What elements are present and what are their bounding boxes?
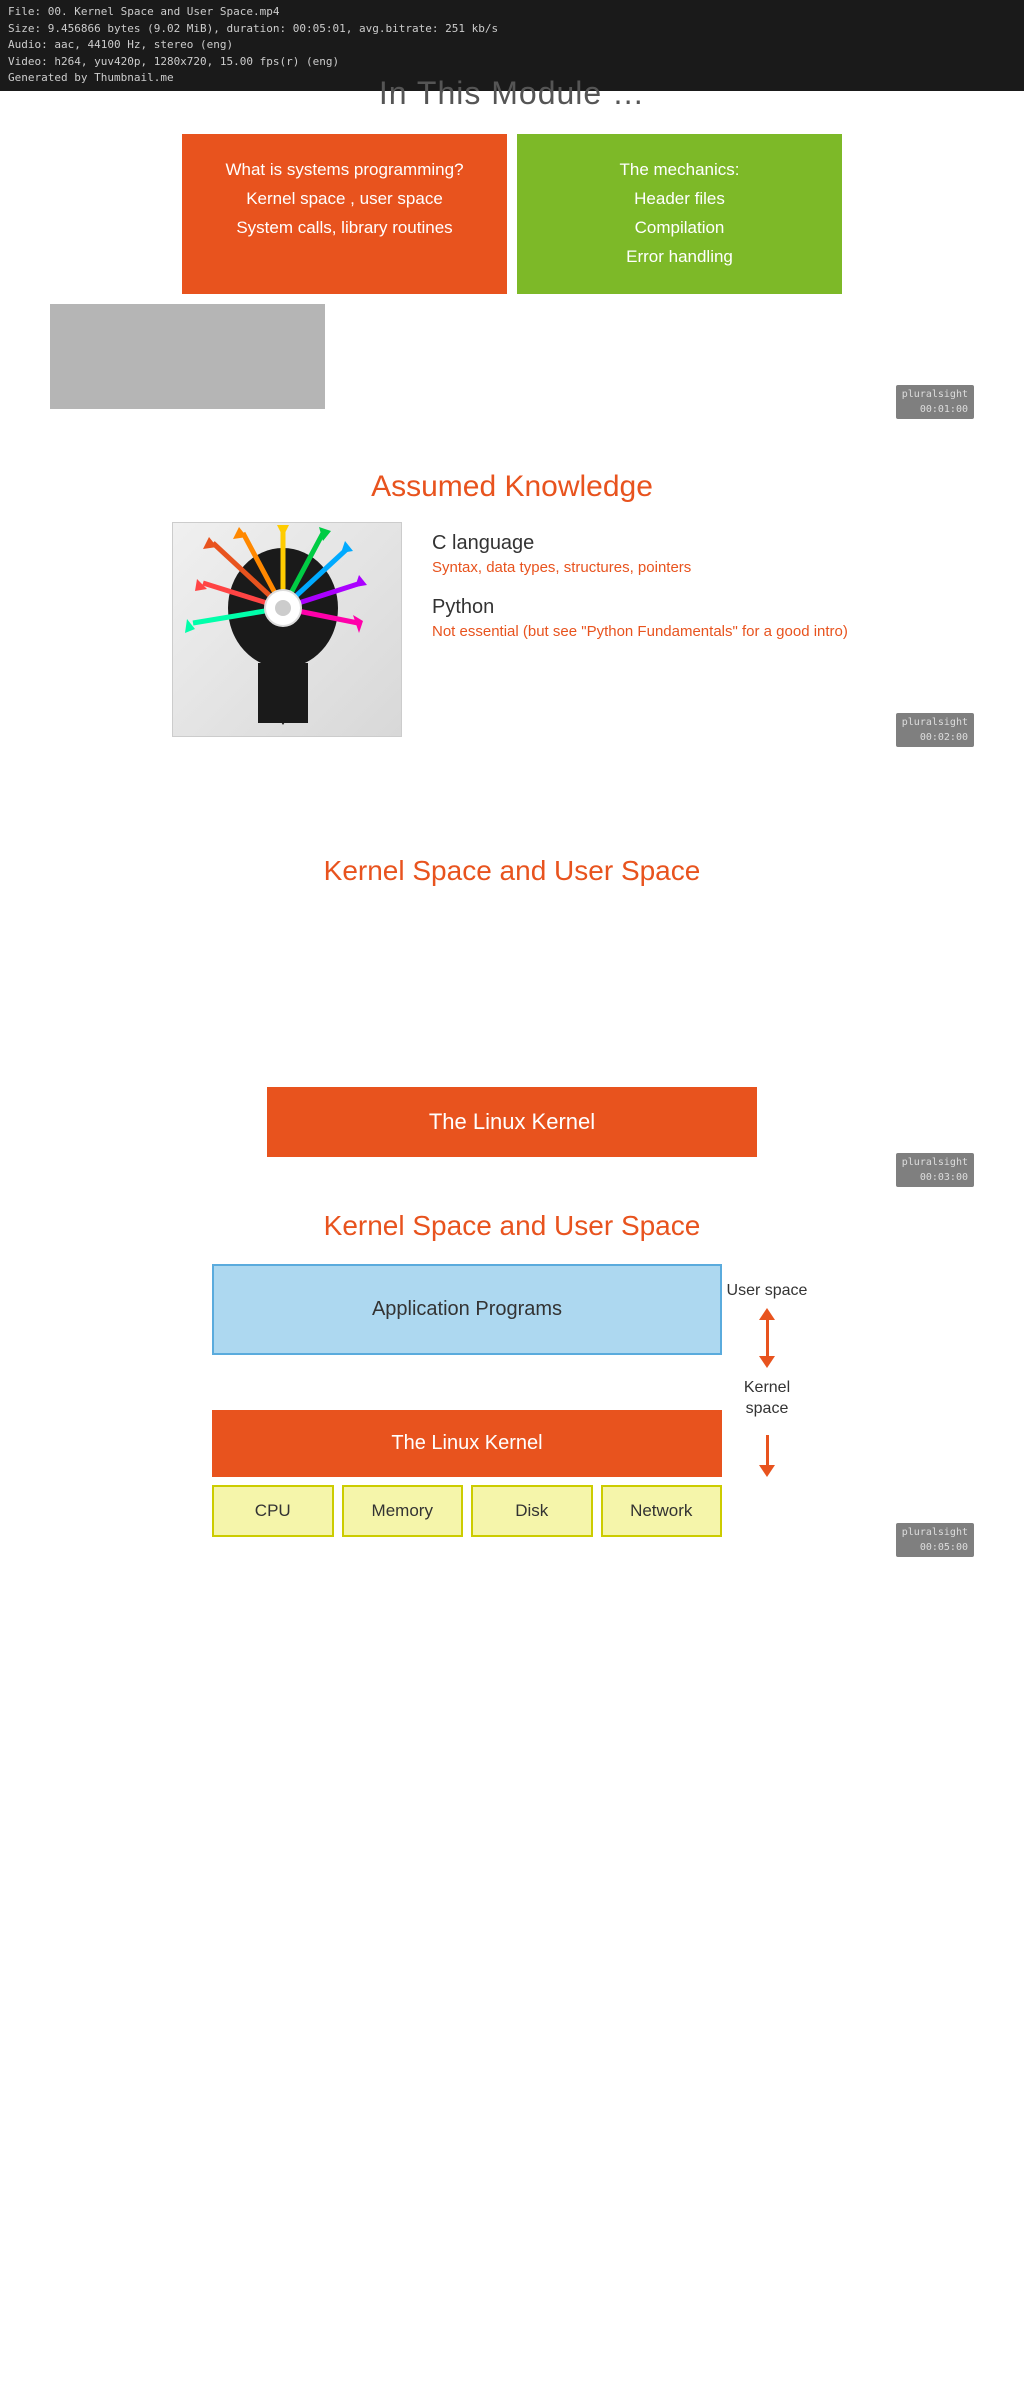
component-disk: Disk	[471, 1485, 593, 1537]
green-card-line3: Compilation	[535, 214, 824, 243]
gray-image-placeholder	[50, 304, 325, 409]
component-cpu: CPU	[212, 1485, 334, 1537]
assumed-text-block: C language Syntax, data types, structure…	[432, 522, 852, 640]
slide3-title: Kernel Space and User Space	[324, 855, 701, 886]
diagram-left: Application Programs The Linux Kernel CP…	[212, 1264, 722, 1537]
slide4-title: Kernel Space and User Space	[324, 1210, 701, 1241]
diagram-right: User space Kernel space	[722, 1264, 812, 1477]
clang-title: C language	[432, 532, 852, 555]
brain-image	[172, 522, 402, 737]
orange-card-line2: Kernel space , user space	[200, 185, 489, 214]
brain-svg	[173, 523, 393, 733]
user-space-label: User space	[727, 1281, 808, 1302]
slide-4-container: Kernel Space and User Space Application …	[50, 1210, 974, 1537]
slide3-timestamp-badge: pluralsight 00:03:00	[896, 1153, 974, 1187]
arrow-head-down	[759, 1356, 775, 1368]
card-systems-programming: What is systems programming? Kernel spac…	[182, 134, 507, 294]
file-info-line2: Size: 9.456866 bytes (9.02 MiB), duratio…	[8, 21, 1016, 38]
bidirectional-arrow	[759, 1308, 775, 1368]
file-info-line3: Audio: aac, 44100 Hz, stereo (eng)	[8, 37, 1016, 54]
slide1-title: In This Module …	[379, 75, 645, 111]
slide3-linux-kernel-bar: The Linux Kernel	[267, 1087, 757, 1157]
python-detail: Not essential (but see "Python Fundament…	[432, 623, 852, 640]
arrow-shaft-down	[766, 1338, 769, 1356]
bottom-arrow-shaft	[766, 1435, 769, 1465]
slide4-linux-kernel-bar: The Linux Kernel	[212, 1410, 722, 1477]
green-card-line4: Error handling	[535, 243, 824, 272]
slide2-title: Assumed Knowledge	[371, 470, 653, 503]
slide-3-container: Kernel Space and User Space The Linux Ke…	[50, 855, 974, 1157]
bottom-arrow-head	[759, 1465, 775, 1477]
diagram-gap	[212, 1355, 722, 1410]
slide1-timestamp-badge: pluralsight 00:01:00	[896, 385, 974, 419]
python-title: Python	[432, 596, 852, 619]
green-card-line2: Header files	[535, 185, 824, 214]
component-network: Network	[601, 1485, 723, 1537]
clang-detail: Syntax, data types, structures, pointers	[432, 559, 852, 576]
app-programs-box: Application Programs	[212, 1264, 722, 1355]
orange-card-line3: System calls, library routines	[200, 214, 489, 243]
kernel-space-label: Kernel space	[722, 1378, 812, 1420]
green-card-line1: The mechanics:	[535, 156, 824, 185]
file-info-line1: File: 00. Kernel Space and User Space.mp…	[8, 4, 1016, 21]
arrow-head-up	[759, 1308, 775, 1320]
slide-1-container: In This Module … What is systems program…	[50, 65, 974, 409]
slide3-content-area	[50, 917, 974, 1087]
bottom-arrow	[759, 1435, 775, 1477]
slide-2-container: Assumed Knowledge	[50, 470, 974, 737]
orange-card-line1: What is systems programming?	[200, 156, 489, 185]
component-memory: Memory	[342, 1485, 464, 1537]
slide2-timestamp-badge: pluralsight 00:02:00	[896, 713, 974, 747]
components-row: CPU Memory Disk Network	[212, 1485, 722, 1537]
diagram-wrapper: Application Programs The Linux Kernel CP…	[212, 1264, 812, 1537]
arrow-shaft-up	[766, 1320, 769, 1338]
slide4-timestamp-badge: pluralsight 00:05:00	[896, 1523, 974, 1557]
card-mechanics: The mechanics: Header files Compilation …	[517, 134, 842, 294]
